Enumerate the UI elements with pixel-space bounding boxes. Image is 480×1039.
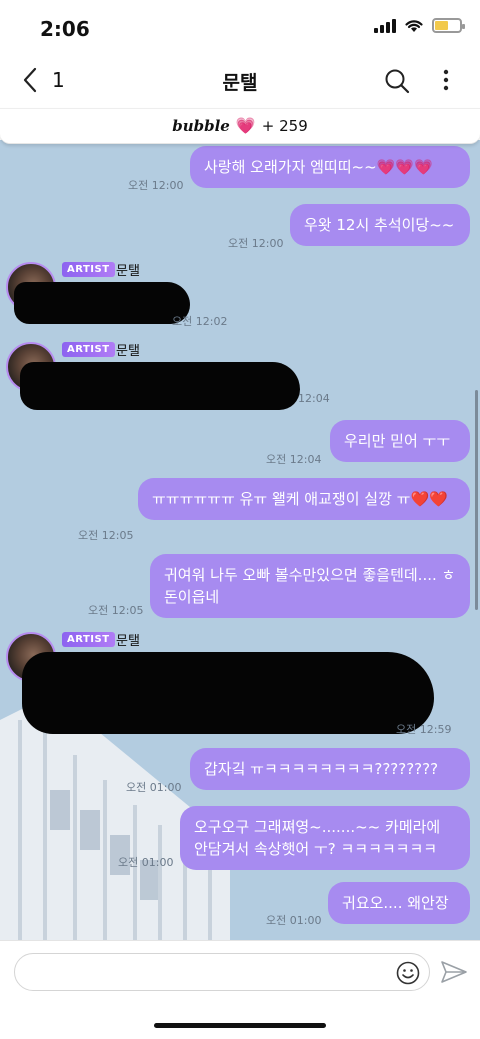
- bubble-logo: bubble: [172, 116, 230, 135]
- fan-message[interactable]: 오구오구 그래쪄영~.......~~ 카메라에 안담겨서 속상햇어 ㅜ? ㅋㅋ…: [180, 806, 470, 870]
- message-text: 귀요오.... 왜안장: [342, 894, 449, 912]
- fan-message[interactable]: 귀요오.... 왜안장: [328, 882, 470, 924]
- artist-badge: ARTIST: [62, 632, 115, 647]
- redacted-message: [20, 362, 300, 410]
- message-time: 오전 12:00: [128, 179, 184, 192]
- message-text: 우왓 12시 추석이당~~: [304, 216, 455, 234]
- signal-icon: [374, 18, 396, 33]
- home-indicator[interactable]: [154, 1023, 326, 1028]
- message-text: 우리만 믿어 ㅜㅜ: [344, 432, 451, 450]
- bubble-letter-bar[interactable]: bubble 💗 + 259: [0, 108, 480, 144]
- artist-name: 문탤: [116, 634, 140, 649]
- message-time: 오전 12:00: [228, 237, 284, 250]
- search-button[interactable]: [384, 68, 410, 98]
- bubble-count: + 259: [261, 116, 308, 135]
- fan-message[interactable]: ㅠㅠㅠㅠㅠㅠ 유ㅠ 왤케 애교쟁이 실깡 ㅠ❤️❤️: [138, 478, 470, 520]
- message-time: 오전 01:00: [118, 856, 174, 869]
- artist-name: 문탤: [116, 264, 140, 279]
- scrollbar[interactable]: [475, 390, 478, 610]
- message-time: 오전 12:59: [396, 723, 452, 736]
- message-time: 오전 01:00: [126, 781, 182, 794]
- more-vertical-icon: [443, 69, 449, 91]
- smile-icon: [396, 961, 420, 985]
- message-time: 오전 01:00: [266, 914, 322, 927]
- message-text: 사랑해 오래가자 엠띠띠~~💗💗💗: [204, 158, 433, 176]
- send-icon: [441, 961, 467, 983]
- message-input[interactable]: [14, 953, 430, 991]
- artist-badge: ARTIST: [62, 342, 115, 357]
- nav-bar: 1 문탤: [0, 56, 480, 108]
- artist-badge: ARTIST: [62, 262, 115, 277]
- wifi-icon: [405, 20, 423, 32]
- emoji-button[interactable]: [396, 961, 420, 989]
- bubble-info: bubble 💗 + 259: [172, 116, 308, 135]
- fan-message[interactable]: 귀여워 나두 오빠 볼수만있으면 좋을텐데.... ㅎ 돈이읍네: [150, 554, 470, 618]
- message-time: 오전 12:04: [266, 453, 322, 466]
- fan-message[interactable]: 사랑해 오래가자 엠띠띠~~💗💗💗: [190, 146, 470, 188]
- message-time: 오전 12:05: [88, 604, 144, 617]
- redacted-message: [14, 282, 190, 324]
- status-icons: [374, 18, 465, 33]
- artist-name: 문탤: [116, 344, 140, 359]
- heart-icon: 💗: [235, 116, 256, 135]
- chat-area[interactable]: 사랑해 오래가자 엠띠띠~~💗💗💗 오전 12:00 우왓 12시 추석이당~~…: [0, 140, 480, 940]
- send-button[interactable]: [440, 959, 468, 989]
- message-time: 오전 12:02: [172, 315, 228, 328]
- battery-icon: [432, 18, 465, 33]
- more-button[interactable]: [442, 68, 450, 96]
- fan-message[interactable]: 우왓 12시 추석이당~~: [290, 204, 470, 246]
- status-time: 2:06: [40, 17, 90, 41]
- search-icon: [385, 69, 410, 94]
- fan-message[interactable]: 우리만 믿어 ㅜㅜ: [330, 420, 470, 462]
- status-bar: 2:06: [0, 0, 480, 56]
- message-time: 오전 12:05: [78, 529, 134, 542]
- message-text: 오구오구 그래쪄영~.......~~ 카메라에 안담겨서 속상햇어 ㅜ? ㅋㅋ…: [194, 818, 441, 858]
- message-time: 12:04: [298, 392, 330, 405]
- message-text: 갑자깈 ㅠㅋㅋㅋㅋㅋㅋㅋㅋ????????: [204, 760, 439, 778]
- redacted-message: [22, 652, 434, 734]
- message-text: ㅠㅠㅠㅠㅠㅠ 유ㅠ 왤케 애교쟁이 실깡 ㅠ❤️❤️: [152, 490, 448, 508]
- message-text: 귀여워 나두 오빠 볼수만있으면 좋을텐데.... ㅎ 돈이읍네: [164, 566, 456, 606]
- fan-message[interactable]: 갑자깈 ㅠㅋㅋㅋㅋㅋㅋㅋㅋ????????: [190, 748, 470, 790]
